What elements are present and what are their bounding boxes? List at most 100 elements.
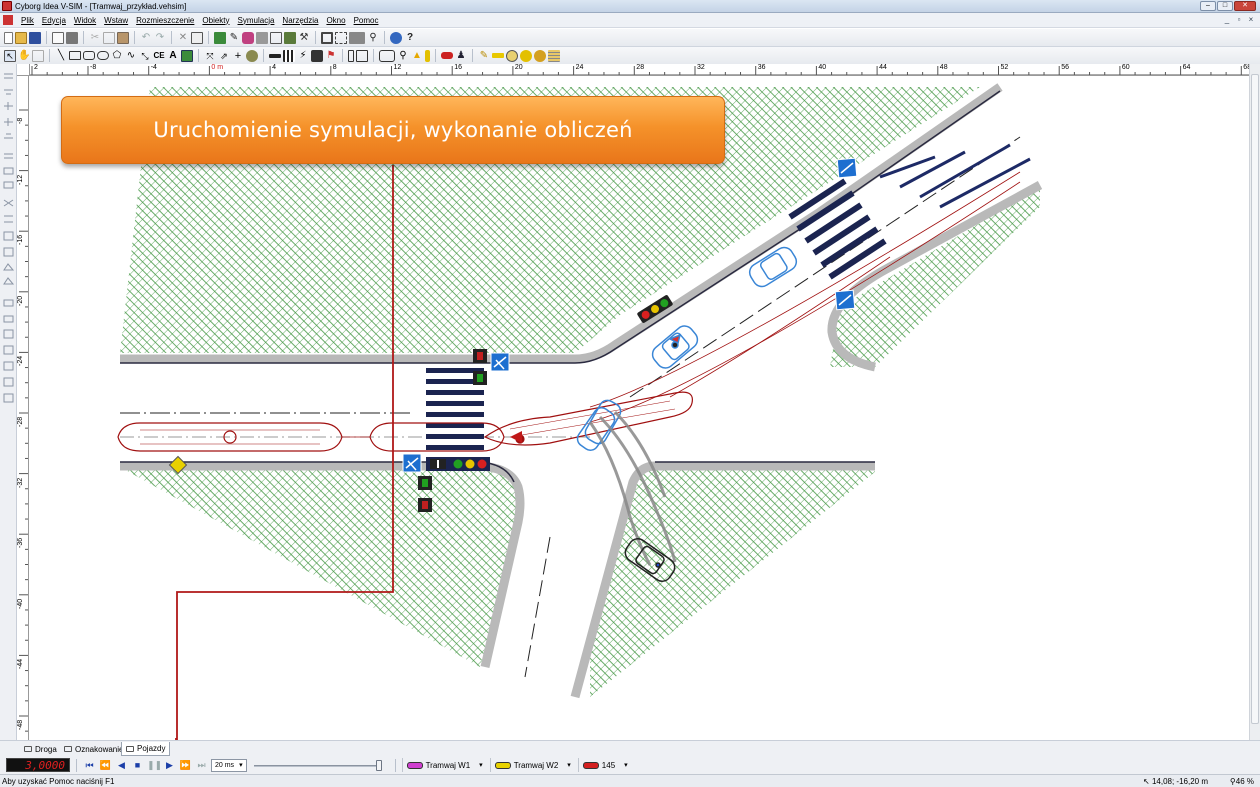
simulation-slider[interactable] xyxy=(253,759,382,772)
stop-icon[interactable]: ■ xyxy=(131,760,144,770)
menu-symulacja[interactable]: Symulacja xyxy=(234,16,279,25)
edit-icon[interactable] xyxy=(284,31,296,44)
rewind-icon[interactable]: ⏪ xyxy=(99,760,112,771)
go-to-start-icon[interactable]: ⏮ xyxy=(83,760,96,771)
pause-icon[interactable]: ❚❚ xyxy=(147,760,162,771)
play-icon[interactable]: ▶ xyxy=(163,760,176,771)
new-file-icon[interactable] xyxy=(4,31,13,44)
undo-icon[interactable]: ↶ xyxy=(140,32,152,44)
menu-narzedzia[interactable]: Narzędzia xyxy=(278,16,322,25)
help-icon[interactable]: ? xyxy=(404,32,416,44)
text-tool-icon[interactable]: A xyxy=(167,50,179,62)
doc-close-button[interactable]: × xyxy=(1246,15,1256,25)
copy-object-icon[interactable] xyxy=(32,49,44,62)
doc-minimize-button[interactable]: _ xyxy=(1222,15,1232,25)
vertical-scrollbar[interactable] xyxy=(1249,64,1260,740)
vehicle-select-tram-w1[interactable]: Tramwaj W1 ▾ xyxy=(401,758,487,772)
properties-icon[interactable] xyxy=(191,31,203,44)
traffic-light-icon[interactable] xyxy=(425,49,430,62)
time-step-select[interactable]: 20 ms ▾ xyxy=(211,758,247,772)
bracket-tool-icon[interactable] xyxy=(348,49,354,62)
ellipse-tool-icon[interactable] xyxy=(97,51,109,60)
tab-droga[interactable]: Droga xyxy=(20,742,61,756)
print-preview-icon[interactable] xyxy=(52,31,64,44)
left-tool-icons[interactable] xyxy=(0,64,17,424)
paste-icon[interactable] xyxy=(117,31,129,44)
menu-edycja[interactable]: Edycja xyxy=(38,16,70,25)
polygon-tool-icon[interactable]: ⬠ xyxy=(111,50,123,62)
bicycle-tool-icon[interactable]: ⚲ xyxy=(397,50,409,62)
pedestrian-tool-icon[interactable]: ♟ xyxy=(455,50,467,62)
dimension-tool-icon[interactable]: ⤡ xyxy=(139,50,151,62)
measure-icon[interactable] xyxy=(256,31,268,44)
step-back-icon[interactable]: ◀ xyxy=(115,760,128,771)
warning-sign-icon[interactable]: ▲ xyxy=(411,50,423,62)
car-blue-3[interactable] xyxy=(574,397,623,453)
select-arrow-icon[interactable]: ↖ xyxy=(4,49,16,62)
maximize-button[interactable]: □ xyxy=(1217,1,1233,11)
stop-line-tool-icon[interactable]: ⚡ xyxy=(297,50,309,62)
layers-icon[interactable] xyxy=(214,31,226,44)
menu-pomoc[interactable]: Pomoc xyxy=(350,16,383,25)
line-tool-icon[interactable]: ╲ xyxy=(55,50,67,62)
menu-obiekty[interactable]: Obiekty xyxy=(198,16,233,25)
close-button[interactable]: ✕ xyxy=(1234,1,1256,11)
fast-forward-icon[interactable]: ⏩ xyxy=(179,760,192,771)
zoom-icon[interactable]: ⚲ xyxy=(367,32,379,44)
tram-tool-icon[interactable] xyxy=(379,49,395,62)
menu-okno[interactable]: Okno xyxy=(322,16,349,25)
drawing-canvas[interactable]: Uruchomienie symulacji, wykonanie oblicz… xyxy=(30,77,1249,740)
eraser-icon[interactable] xyxy=(242,31,254,44)
menu-plik[interactable]: Plik xyxy=(17,16,38,25)
table-tool-icon[interactable] xyxy=(548,49,560,62)
go-to-end-icon[interactable]: ⏭ xyxy=(195,760,208,771)
open-folder-icon[interactable] xyxy=(15,31,27,44)
grid-icon[interactable] xyxy=(335,31,347,44)
intersection-drawing[interactable] xyxy=(30,77,1249,740)
sign-tool-icon[interactable] xyxy=(311,49,323,62)
ce-mark-icon[interactable]: CE xyxy=(153,50,165,62)
layer-dropdown-icon[interactable] xyxy=(349,31,365,44)
pen-icon[interactable]: ✎ xyxy=(228,32,240,44)
cut-icon[interactable]: ✂ xyxy=(89,32,101,44)
delete-icon[interactable]: ✕ xyxy=(177,32,189,44)
tools-icon[interactable]: ⚒ xyxy=(298,32,310,44)
crosswalk-tool-icon[interactable] xyxy=(283,49,295,62)
track-tool-icon[interactable] xyxy=(492,53,504,58)
tree-tool-icon[interactable] xyxy=(520,49,532,62)
redo-icon[interactable]: ↷ xyxy=(154,32,166,44)
parking-tool-icon[interactable] xyxy=(506,49,518,62)
pin-tool-icon[interactable]: ⚑ xyxy=(325,50,337,62)
picture-tool-icon[interactable] xyxy=(181,49,193,62)
vertical-scrollbar-thumb[interactable] xyxy=(1251,74,1259,724)
lane-tool-icon[interactable]: ⇗ xyxy=(218,50,230,62)
marking-tool-icon[interactable] xyxy=(269,53,281,58)
menu-wstaw[interactable]: Wstaw xyxy=(100,16,132,25)
about-icon[interactable] xyxy=(390,31,402,44)
tab-pojazdy[interactable]: Pojazdy xyxy=(121,742,171,756)
vehicle-select-car-145[interactable]: 145 ▾ xyxy=(577,758,632,772)
copy-icon[interactable] xyxy=(103,31,115,44)
pencil-icon[interactable]: ✎ xyxy=(478,50,490,62)
minimize-button[interactable]: – xyxy=(1200,1,1216,11)
document-icon[interactable] xyxy=(3,15,13,25)
road-tool-icon[interactable]: ⤧ xyxy=(204,50,216,62)
rounded-rect-tool-icon[interactable] xyxy=(83,51,95,60)
tab-oznakowanie[interactable]: Oznakowanie xyxy=(60,742,127,756)
menu-widok[interactable]: Widok xyxy=(70,16,100,25)
hand-icon[interactable]: ✋ xyxy=(18,50,30,62)
doc-restore-button[interactable]: ▫ xyxy=(1234,15,1244,25)
frame-icon[interactable] xyxy=(321,31,333,44)
image-icon[interactable] xyxy=(270,31,282,44)
curve-tool-icon[interactable]: ∿ xyxy=(125,50,137,62)
slider-knob[interactable] xyxy=(375,759,382,771)
car-blue-2[interactable] xyxy=(649,322,701,371)
object-tool-icon[interactable] xyxy=(534,49,546,62)
menu-rozmieszczenie[interactable]: Rozmieszczenie xyxy=(132,16,198,25)
junction-tool-icon[interactable]: + xyxy=(232,50,244,62)
print-icon[interactable] xyxy=(66,31,78,44)
save-icon[interactable] xyxy=(29,31,41,44)
car-tool-icon[interactable] xyxy=(441,52,453,59)
rectangle-tool-icon[interactable] xyxy=(69,51,81,60)
roundabout-tool-icon[interactable] xyxy=(246,49,258,62)
